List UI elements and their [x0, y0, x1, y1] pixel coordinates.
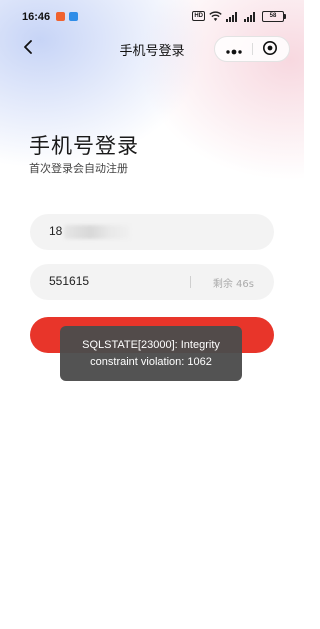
- phone-input[interactable]: 18: [30, 214, 274, 250]
- more-dots-icon: [225, 40, 243, 59]
- target-close-icon: [262, 40, 278, 60]
- status-indicators: HD 58: [192, 10, 286, 22]
- code-field-divider: [190, 276, 191, 288]
- wifi-icon: [209, 7, 222, 26]
- hd-badge: HD: [192, 11, 205, 21]
- miniprogram-capsule: [214, 36, 290, 62]
- close-miniprogram-button[interactable]: [261, 41, 279, 59]
- page-title: 手机号登录: [29, 134, 139, 158]
- nav-bar: 手机号登录: [0, 34, 304, 64]
- status-time: 16:46: [22, 11, 51, 23]
- error-toast: SQLSTATE[23000]: Integrity constraint vi…: [60, 326, 242, 381]
- verification-code-input[interactable]: 551615 剩余 46s: [30, 264, 274, 300]
- signal-icon-2: [244, 7, 258, 26]
- notification-app-icon-2: [69, 12, 78, 21]
- page-subtitle: 首次登录会自动注册: [29, 162, 128, 175]
- status-bar: 16:46 HD 58: [0, 0, 304, 34]
- redacted-phone-number: [64, 225, 130, 239]
- more-button[interactable]: [223, 42, 245, 56]
- signal-icon: [226, 7, 240, 26]
- notification-app-icon: [56, 12, 65, 21]
- verification-code-value: 551615: [49, 274, 90, 288]
- capsule-divider: [252, 43, 253, 55]
- battery-indicator: 58: [262, 10, 286, 22]
- phone-input-value: 18: [49, 224, 63, 238]
- resend-countdown: 剩余 46s: [212, 279, 254, 290]
- error-toast-message: SQLSTATE[23000]: Integrity constraint vi…: [82, 338, 220, 368]
